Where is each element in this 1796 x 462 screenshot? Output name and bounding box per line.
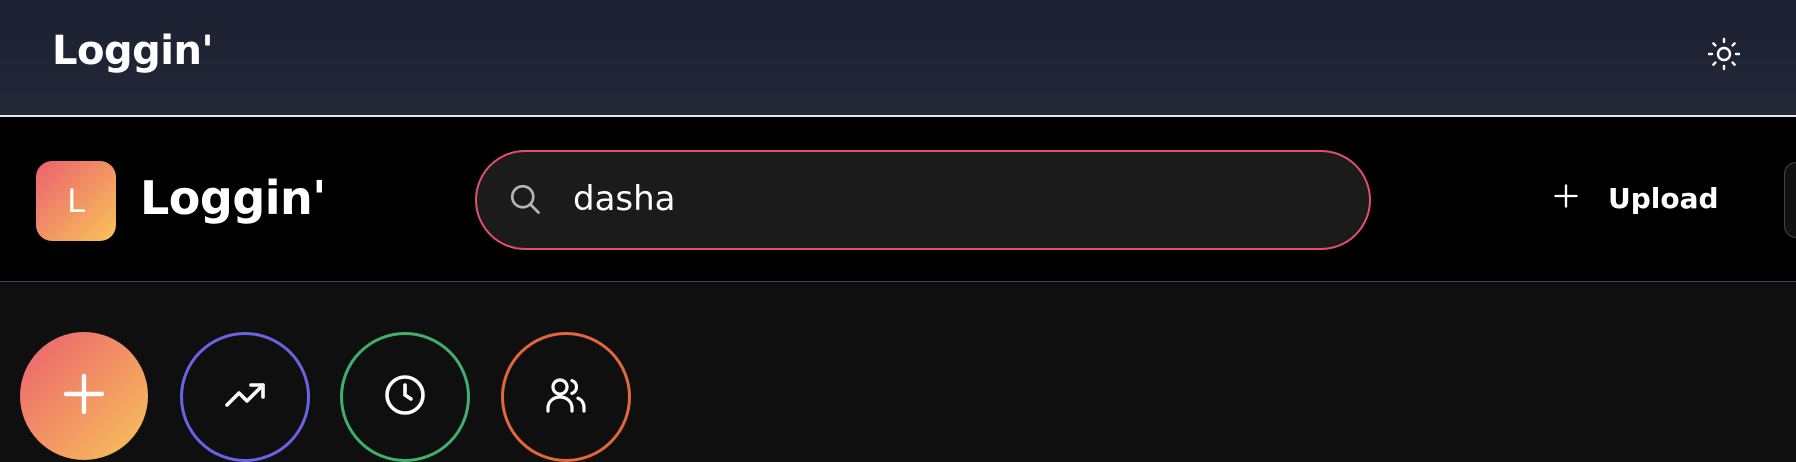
logo-badge[interactable]: L <box>36 161 116 241</box>
trending-button[interactable] <box>180 332 310 462</box>
users-icon <box>542 371 590 424</box>
logo-text[interactable]: Loggin' <box>140 171 326 225</box>
app-topbar: Loggin' <box>0 0 1796 117</box>
app-title: Loggin' <box>52 28 214 74</box>
search-bar[interactable] <box>475 150 1371 250</box>
main-header: L Loggin' Upload <box>0 117 1796 282</box>
account-button[interactable] <box>1784 162 1796 238</box>
recent-button[interactable] <box>340 332 470 462</box>
search-icon <box>507 181 543 217</box>
plus-icon <box>60 370 108 423</box>
quick-actions <box>0 282 1796 462</box>
upload-button[interactable]: Upload <box>1552 167 1719 229</box>
friends-button[interactable] <box>501 332 631 462</box>
add-button[interactable] <box>20 332 148 460</box>
logo-letter: L <box>67 182 85 220</box>
plus-icon <box>1552 182 1580 215</box>
search-input[interactable] <box>573 178 1333 220</box>
clock-icon <box>381 371 429 424</box>
sun-icon[interactable] <box>1706 36 1742 72</box>
upload-label: Upload <box>1608 181 1719 215</box>
trending-up-icon <box>221 371 269 424</box>
